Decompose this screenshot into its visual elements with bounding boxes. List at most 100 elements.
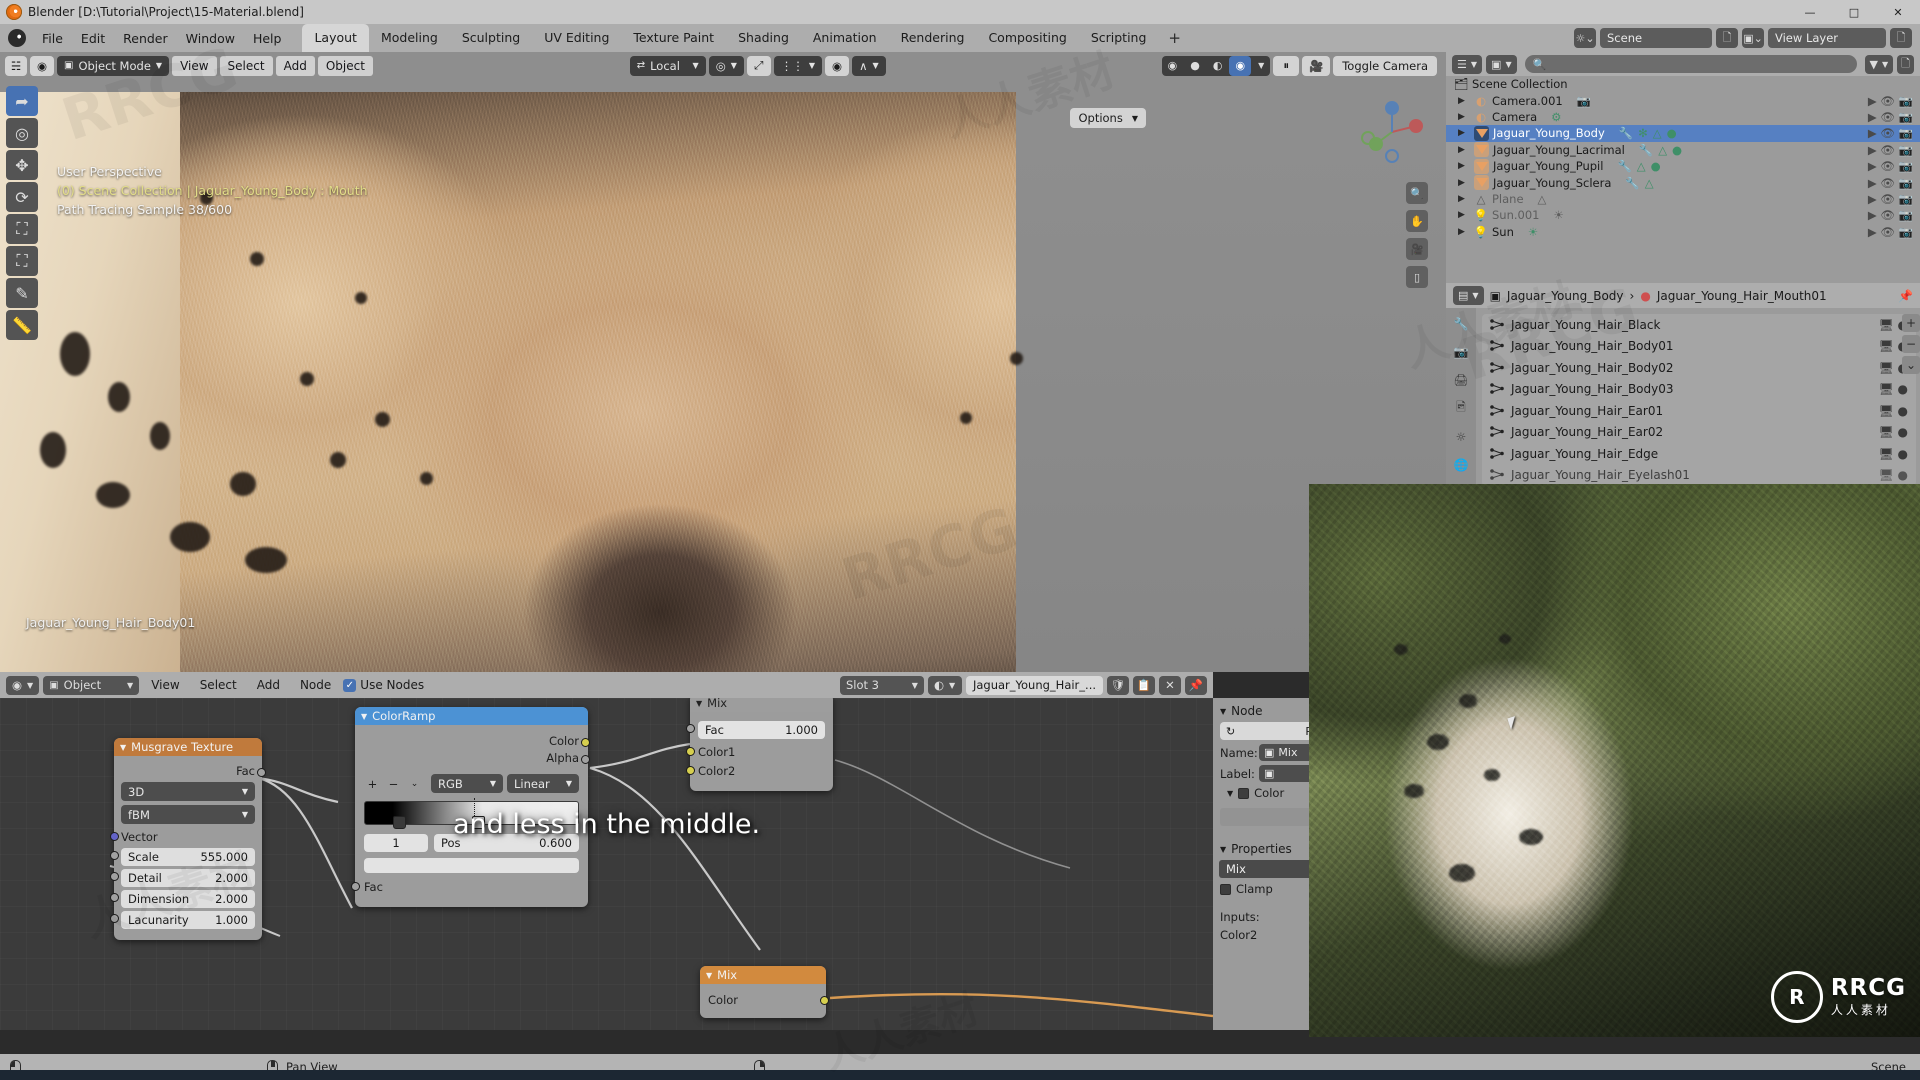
- input-socket-dimension[interactable]: [110, 893, 119, 902]
- node-header[interactable]: ▼ Mix: [700, 966, 826, 984]
- collapse-caret-icon[interactable]: ▼: [696, 699, 702, 708]
- material-slot-row[interactable]: Jaguar_Young_Hair_Ear02 🖥 ●: [1482, 422, 1916, 444]
- scene-tab[interactable]: ☼: [1450, 428, 1472, 447]
- outliner-item-plane[interactable]: ▶ △ Plane △ ▶ 👁 📷: [1446, 191, 1920, 207]
- scale-tool[interactable]: ⛶: [6, 214, 38, 244]
- ramp-color-swatch[interactable]: [364, 858, 579, 873]
- expand-arrow-icon[interactable]: ▶: [1458, 161, 1470, 171]
- outliner-root-scene-collection[interactable]: 🗂 Scene Collection: [1446, 76, 1920, 92]
- menu-file[interactable]: File: [33, 27, 72, 50]
- proportional-edit-icon[interactable]: ◉: [825, 55, 850, 76]
- ortho-persp-icon[interactable]: ▯: [1406, 266, 1428, 288]
- dimension-type-dropdown[interactable]: 3D ▼: [121, 782, 255, 801]
- input-socket-fac[interactable]: [351, 882, 360, 891]
- outliner-item-jaguar-young-sclera[interactable]: ▶ Jaguar_Young_Sclera 🔧 △ ▶ 👁 📷: [1446, 174, 1920, 191]
- viewport-options-dropdown[interactable]: Options ▼: [1070, 108, 1146, 128]
- duplicate-icon[interactable]: 📋: [1133, 675, 1155, 695]
- editor-type-icon[interactable]: ☵: [5, 55, 27, 76]
- blender-menu-icon[interactable]: [8, 29, 26, 47]
- shading-dropdown-icon[interactable]: ▼: [1252, 56, 1270, 76]
- output-socket-color[interactable]: [581, 738, 590, 747]
- output-socket-alpha[interactable]: [581, 755, 590, 764]
- toggle-camera-button[interactable]: Toggle Camera: [1333, 55, 1437, 76]
- tab-animation[interactable]: Animation: [801, 24, 889, 52]
- slot-link-toggles[interactable]: 🖥 ●: [1878, 404, 1916, 418]
- material-slot-row[interactable]: Jaguar_Young_Hair_Edge 🖥 ●: [1482, 443, 1916, 465]
- outliner-item-jaguar-young-lacrimal[interactable]: ▶ Jaguar_Young_Lacrimal 🔧 △ ● ▶ 👁 📷: [1446, 142, 1920, 158]
- tab-compositing[interactable]: Compositing: [976, 24, 1078, 52]
- material-slot-row[interactable]: Jaguar_Young_Hair_Body01 🖥 ●: [1482, 336, 1916, 358]
- output-socket-color[interactable]: [820, 996, 829, 1005]
- material-slot-row[interactable]: Jaguar_Young_Hair_Ear01 🖥 ●: [1482, 400, 1916, 422]
- outliner-row-toggles[interactable]: ▶ 👁 📷: [1868, 225, 1920, 239]
- ramp-menu-button[interactable]: ⌄: [406, 779, 423, 789]
- node-menu-node[interactable]: Node: [292, 675, 339, 695]
- remove-stop-button[interactable]: −: [385, 777, 402, 791]
- remove-material-slot-button[interactable]: −: [1902, 335, 1920, 353]
- outliner-filter-icon[interactable]: ▼ ▼: [1864, 54, 1894, 74]
- outliner-row-toggles[interactable]: ▶ 👁 📷: [1868, 143, 1920, 157]
- move-tool[interactable]: ✥: [6, 150, 38, 180]
- outliner-item-camera[interactable]: ▶ ◐ Camera ⚙ ▶ 👁 📷: [1446, 109, 1920, 125]
- shading-wireframe-button[interactable]: ◉: [1162, 56, 1184, 76]
- outliner-search-input[interactable]: 🔍: [1524, 55, 1857, 73]
- measure-tool[interactable]: 📏: [6, 310, 38, 340]
- outliner-row-toggles[interactable]: ▶ 👁 📷: [1868, 110, 1920, 124]
- output-tab[interactable]: 🖨: [1450, 370, 1472, 389]
- outliner-item-camera-001[interactable]: ▶ ◐ Camera.001 📷 ▶ 👁 📷: [1446, 92, 1920, 108]
- field-lacunarity[interactable]: Lacunarity 1.000: [121, 911, 255, 929]
- shader-node-editor[interactable]: ◉ ▼ ▣ Object ▼ View Select Add Node ✓ Use…: [0, 672, 1213, 1030]
- navigation-gizmo[interactable]: [1356, 96, 1428, 168]
- input-socket-lacunarity[interactable]: [110, 914, 119, 923]
- node-menu-add[interactable]: Add: [249, 675, 288, 695]
- input-socket-fac[interactable]: [686, 724, 695, 733]
- viewport-menu-add[interactable]: Add: [275, 55, 315, 76]
- tab-shading[interactable]: Shading: [726, 24, 801, 52]
- tab-sculpting[interactable]: Sculpting: [450, 24, 532, 52]
- material-name-field[interactable]: Jaguar_Young_Hair_...: [965, 675, 1103, 695]
- outliner-item-sun-001[interactable]: ▶ 💡 Sun.001 ☀ ▶ 👁 📷: [1446, 207, 1920, 223]
- shader-type-selector[interactable]: ▣ Object ▼: [43, 675, 140, 695]
- slot-link-toggles[interactable]: 🖥 ●: [1878, 382, 1916, 396]
- interpolation-dropdown[interactable]: Linear ▼: [507, 774, 579, 793]
- input-socket-color2[interactable]: [686, 766, 695, 775]
- field-detail[interactable]: Detail 2.000: [121, 869, 255, 887]
- field-fac[interactable]: Fac 1.000: [698, 721, 825, 739]
- minimize-button[interactable]: —: [1788, 0, 1832, 24]
- view-layer-tab[interactable]: 🖻: [1450, 399, 1472, 419]
- collapse-caret-icon[interactable]: ▼: [120, 743, 126, 752]
- node-mix-top[interactable]: ▼ Mix Fac 1.000 Color1 Color2: [686, 694, 833, 791]
- view-layer-icon[interactable]: ▣⌄: [1742, 28, 1764, 48]
- input-socket-detail[interactable]: [110, 872, 119, 881]
- collapse-caret-icon[interactable]: ▼: [361, 712, 367, 721]
- maximize-button[interactable]: □: [1832, 0, 1876, 24]
- color-mode-dropdown[interactable]: RGB ▼: [431, 774, 503, 793]
- tab-modeling[interactable]: Modeling: [369, 24, 450, 52]
- tool-tab[interactable]: 🔧: [1450, 314, 1472, 333]
- camera-view-icon[interactable]: 🎥: [1406, 238, 1428, 260]
- menu-edit[interactable]: Edit: [72, 27, 114, 50]
- cursor-tool[interactable]: ◎: [6, 118, 38, 148]
- node-mix-bottom[interactable]: ▼ Mix Color: [700, 966, 829, 1018]
- slot-link-toggles[interactable]: 🖥 ●: [1878, 447, 1916, 461]
- shading-rendered-button[interactable]: ◉: [1229, 55, 1252, 76]
- outliner-row-toggles[interactable]: ▶ 👁 📷: [1868, 94, 1920, 108]
- tab-texture-paint[interactable]: Texture Paint: [621, 24, 726, 52]
- output-socket-fac[interactable]: [257, 768, 266, 777]
- snap-magnet-icon[interactable]: ⤢: [746, 55, 771, 76]
- node-canvas[interactable]: ▼ Musgrave Texture Fac 3D ▼ fBM ▼ Vector…: [0, 694, 1213, 1030]
- transform-orientation-selector[interactable]: ⇄ Local ▼: [629, 55, 706, 76]
- object-mode-selector[interactable]: ▣ Object Mode ▼: [57, 55, 170, 76]
- scene-icon[interactable]: ☼⌄: [1574, 28, 1596, 48]
- 3d-viewport[interactable]: ☵ ◉ ▣ Object Mode ▼ View Select Add Obje…: [0, 52, 1446, 672]
- pause-icon[interactable]: ⏸: [1273, 55, 1300, 76]
- shader-editor-type-icon[interactable]: ◉ ▼: [6, 675, 40, 695]
- tab-rendering[interactable]: Rendering: [889, 24, 977, 52]
- outliner-row-toggles[interactable]: ▶ 👁 📷: [1868, 126, 1920, 140]
- clamp-checkbox[interactable]: [1220, 883, 1231, 895]
- material-slot-row[interactable]: Jaguar_Young_Hair_Black 🖥 ●: [1482, 314, 1916, 336]
- shading-solid-button[interactable]: ●: [1184, 56, 1206, 76]
- expand-arrow-icon[interactable]: ▶: [1458, 178, 1470, 188]
- viewport-menu-view[interactable]: View: [172, 55, 217, 76]
- add-stop-button[interactable]: +: [364, 777, 381, 791]
